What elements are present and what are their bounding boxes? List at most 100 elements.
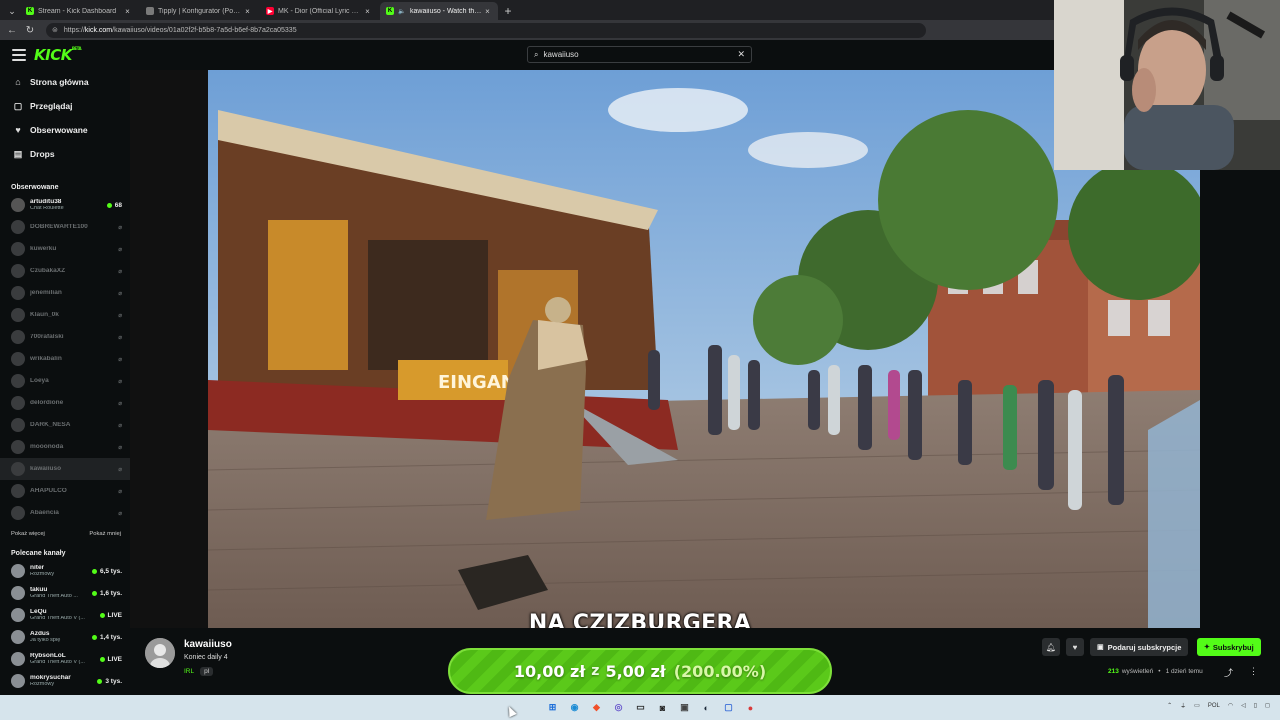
brave-icon[interactable]: ◆ [588,699,605,716]
steam-icon[interactable]: ◐ [698,699,715,716]
browser-tab[interactable]: K Stream - Kick Dashboard × [20,2,138,20]
gift-subs-button[interactable]: ▣ Podaruj subskrypcje [1090,638,1189,656]
followed-channel[interactable]: kawaiiuso ⌀ [0,458,130,480]
tab-title: kawaiiuso - Watch the VOD o [410,7,483,15]
followed-channel[interactable]: artuditu38 Chat Roulette 68 [0,194,130,216]
followed-channel[interactable]: mooonoda ⌀ [0,436,130,458]
menu-icon[interactable] [12,49,26,61]
followed-channel[interactable]: wrikabalin ⌀ [0,348,130,370]
site-header: KICKBETA ⌕ kawaiiuso ✕ [0,40,1054,70]
volume-icon[interactable]: ◁ [1241,702,1246,709]
browser-tab-active[interactable]: K 🔈 kawaiiuso - Watch the VOD o × [380,2,498,20]
show-less-link[interactable]: Pokaż mniej [89,531,121,537]
recommended-channel[interactable]: LeQu Grand Theft Auto V (... LIVE [0,604,130,626]
wifi-icon[interactable]: ◠ [1228,702,1233,709]
channel-name: artuditu38 [30,198,62,205]
followed-channel[interactable]: Loeya ⌀ [0,370,130,392]
offline-icon: ⌀ [118,422,122,429]
clear-search-icon[interactable]: ✕ [737,49,745,60]
os-taskbar: ⊞ ◉ ◆ ◎ ▭ ◙ ▣ ◐ ▢ ● ⌃ ⏚ ▭ POL ◠ ◁ ▯ ◻ [0,695,1280,720]
app-icon[interactable]: ▢ [720,699,737,716]
avatar [11,506,25,520]
show-more-link[interactable]: Pokaż więcej [11,531,45,537]
live-dot [91,634,97,640]
followed-channel[interactable]: jenemilian ⌀ [0,282,130,304]
chat-panel-edge [1200,170,1280,628]
search-input[interactable]: ⌕ kawaiiuso ✕ [527,46,752,63]
language-badge[interactable]: pl [200,667,214,676]
streamer-name[interactable]: kawaiiuso [184,639,232,650]
followed-channel[interactable]: Abaencia ⌀ [0,502,130,524]
close-tab-icon[interactable]: × [123,7,132,16]
obs-icon[interactable]: ◙ [654,699,671,716]
notifications-button[interactable]: 🔔︎ [1042,638,1060,656]
new-tab-button[interactable]: + [500,2,516,20]
followed-list: artuditu38 Chat Roulette 68 DOBREWARTE100 ⌀ k… [0,194,130,524]
close-tab-icon[interactable]: × [483,7,492,16]
viewer-count: 1,6 tys. [91,590,122,597]
sidebar-item-home[interactable]: ⌂ Strona główna [0,70,130,94]
video-frame[interactable]: EINGAN [208,70,1200,628]
channel-meta: 700rafalski [30,334,118,341]
kick-logo[interactable]: KICKBETA [34,46,82,64]
close-tab-icon[interactable]: × [243,7,252,16]
avatar [11,242,25,256]
edge-icon[interactable]: ◉ [566,699,583,716]
address-bar[interactable]: ⊜ https://kick.com/kawaiiuso/videos/01a0… [46,22,926,38]
chrome-icon[interactable]: ◎ [610,699,627,716]
share-icon[interactable]: ⤴ [1224,666,1233,679]
followed-channel[interactable]: DARK_NESA ⌀ [0,414,130,436]
avatar[interactable] [145,638,175,668]
site-info-icon[interactable]: ⊜ [52,26,58,34]
followed-channel[interactable]: AHAPULCO ⌀ [0,480,130,502]
streaming-app-icon[interactable]: ● [742,699,759,716]
followed-channel[interactable]: Klaun_0k ⌀ [0,304,130,326]
speaker-icon[interactable]: 🔈 [398,7,406,15]
avatar-image [145,638,175,668]
channel-meta: Abaencia [30,510,118,517]
followed-channel[interactable]: kuwerku ⌀ [0,238,130,260]
browser-tab[interactable]: Tipply | Konfigurator (Powiadomie × [140,2,258,20]
followed-channel[interactable]: 700rafalski ⌀ [0,326,130,348]
browser-toolbar: ← ↻ ⊜ https://kick.com/kawaiiuso/videos/… [0,20,1054,40]
screen: ⌄ K Stream - Kick Dashboard × Tipply | K… [0,0,1280,720]
more-options-icon[interactable]: ⋮ [1249,666,1258,677]
back-icon[interactable]: ← [4,22,20,38]
close-tab-icon[interactable]: × [363,7,372,16]
recommended-channel[interactable]: niter Rozmowy 6,5 tys. [0,560,130,582]
tray-overflow-icon[interactable]: ⌃ [1167,702,1172,709]
sidebar-item-browse[interactable]: ▢ Przeglądaj [0,94,130,118]
category-link[interactable]: IRL [184,668,194,675]
recommended-channel[interactable]: Azdus Ja tylko śpię 1,4 tys. [0,626,130,648]
language-indicator[interactable]: POL [1208,703,1220,709]
start-icon[interactable]: ⊞ [544,699,561,716]
recommended-channel[interactable]: RybsonLoL Grand Theft Auto V (... LIVE [0,648,130,670]
browser-tab[interactable]: ▶ MK - Dior (Official Lyric Video) ft. × [260,2,378,20]
recommended-channel[interactable]: mokrysuchar Rozmowy 3 tys. [0,670,130,692]
viewer-count: 1,4 tys. [91,634,122,641]
followed-channel[interactable]: DOBREWARTE100 ⌀ [0,216,130,238]
recommended-channel[interactable]: takuu Grand Theft Auto ... 1,6 tys. [0,582,130,604]
followed-channel[interactable]: CzubakaXZ ⌀ [0,260,130,282]
channel-meta: CzubakaXZ [30,268,118,275]
tab-list-icon[interactable]: ⌄ [4,2,20,20]
avatar [11,418,25,432]
search-value: kawaiiuso [543,50,579,59]
video-player[interactable]: EINGAN [130,70,1200,628]
notifications-icon[interactable]: ◻ [1265,702,1270,709]
media-icon[interactable]: ▣ [676,699,693,716]
live-dot [97,678,103,684]
battery-icon[interactable]: ▯ [1254,702,1257,709]
heart-icon: ♥ [1072,642,1078,652]
subscribe-button[interactable]: ✦ Subskrybuj [1197,638,1261,656]
network-icon[interactable]: ▭ [1194,702,1200,709]
followed-channel[interactable]: delordione ⌀ [0,392,130,414]
discord-icon[interactable]: ▭ [632,699,649,716]
usb-icon[interactable]: ⏚ [1180,701,1186,710]
reload-icon[interactable]: ↻ [22,22,38,38]
follow-button[interactable]: ♥ [1066,638,1084,656]
channel-name: 700rafalski [30,333,64,340]
sidebar-item-following[interactable]: ♥ Obserwowane [0,118,130,142]
sidebar-item-drops[interactable]: ▤ Drops [0,142,130,166]
viewer-count: 68 [106,202,122,209]
